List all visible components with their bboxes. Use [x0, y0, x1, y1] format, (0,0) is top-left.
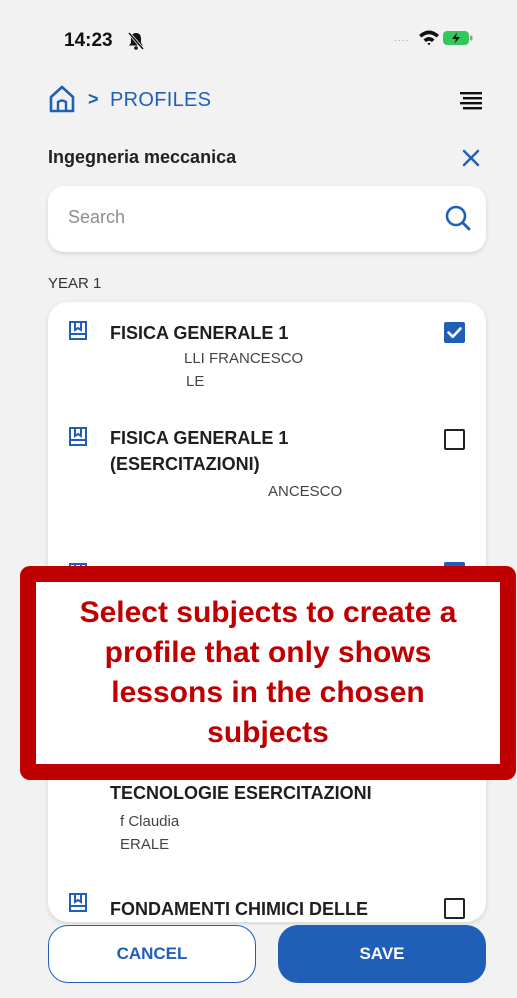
search-icon[interactable]: [444, 204, 472, 232]
cancel-button[interactable]: CANCEL: [48, 925, 256, 983]
year-label: YEAR 1: [48, 275, 102, 292]
check-icon: [447, 327, 462, 339]
course-title: Ingegneria meccanica: [48, 147, 237, 167]
subject-teacher: ANCESCO: [268, 483, 343, 500]
subject-name: FISICA GENERALE 1: [110, 323, 289, 343]
subject-checkbox[interactable]: [444, 429, 465, 450]
annotation-box: Select subjects to create a profile that…: [36, 582, 500, 764]
subject-name: FONDAMENTI CHIMICI DELLE: [110, 899, 368, 919]
subject-meta: ERALE: [120, 836, 170, 853]
subject-name: TECNOLOGIE ESERCITAZIONI: [110, 783, 372, 803]
breadcrumb-profiles[interactable]: PROFILES: [110, 89, 211, 112]
search-input[interactable]: [68, 207, 428, 228]
breadcrumb-separator: >: [88, 89, 99, 109]
subject-checkbox[interactable]: [444, 322, 465, 343]
status-time: 14:23: [64, 30, 113, 51]
menu-icon[interactable]: [458, 89, 484, 111]
close-icon[interactable]: [460, 147, 482, 169]
battery-charging-icon: [443, 31, 473, 45]
status-bar: 14:23 ....: [0, 0, 517, 70]
subject-meta: LE: [186, 373, 205, 390]
annotation-callout: Select subjects to create a profile that…: [20, 566, 516, 780]
subject-checkbox[interactable]: [444, 898, 465, 919]
search-box: [48, 186, 486, 252]
annotation-text: Select subjects to create a profile that…: [79, 596, 457, 749]
home-icon[interactable]: [48, 84, 76, 114]
nav-bar: > PROFILES: [0, 80, 517, 120]
book-icon: [69, 321, 87, 340]
action-bar: CANCEL SAVE: [0, 925, 517, 998]
subject-item[interactable]: FISICA GENERALE 1 (ESERCITAZIONI) ANCESC…: [48, 412, 486, 552]
subject-name: FISICA GENERALE 1 (ESERCITAZIONI): [110, 428, 289, 474]
subject-item[interactable]: FISICA GENERALE 1 LLI FRANCESCO LE: [48, 302, 486, 412]
subject-teacher: f Claudia: [120, 813, 180, 830]
subject-item[interactable]: FONDAMENTI CHIMICI DELLE: [48, 884, 486, 922]
book-icon: [69, 893, 87, 912]
book-icon: [69, 427, 87, 446]
wifi-icon: [419, 30, 439, 46]
save-button[interactable]: SAVE: [278, 925, 486, 983]
subject-teacher: LLI FRANCESCO: [184, 350, 304, 367]
signal-indicator: ....: [394, 33, 410, 44]
bell-slash-icon: [127, 32, 145, 50]
